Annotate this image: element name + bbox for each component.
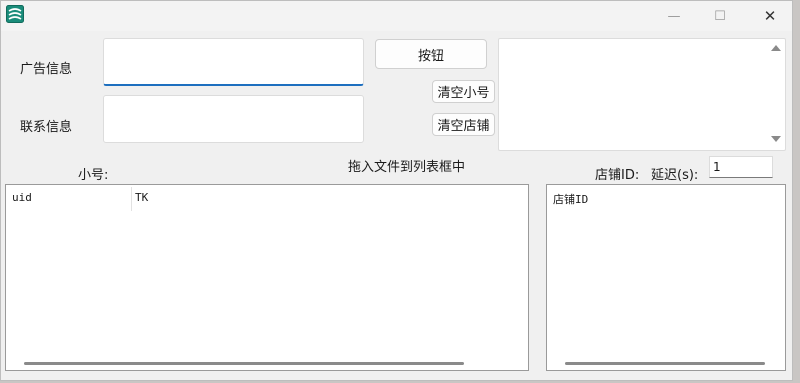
main-window: — ☐ ✕ 广告信息 联系信息 按钮 清空小号 清空店铺 小号: 拖入文件到列表… — [0, 0, 793, 381]
clear-shops-button[interactable]: 清空店铺 — [432, 113, 495, 136]
minimize-button[interactable]: — — [651, 1, 697, 31]
action-button[interactable]: 按钮 — [375, 39, 487, 69]
memo-textarea[interactable] — [498, 38, 786, 151]
drag-hint-label: 拖入文件到列表框中 — [348, 160, 466, 175]
accounts-horizontal-scrollbar[interactable] — [24, 362, 464, 365]
contact-info-input[interactable] — [103, 95, 364, 143]
close-button[interactable]: ✕ — [747, 1, 792, 31]
ad-info-label: 广告信息 — [20, 62, 73, 77]
minimize-icon: — — [667, 8, 681, 24]
memo-scrollbar[interactable] — [769, 41, 783, 148]
accounts-listview[interactable]: uid TK — [5, 184, 529, 371]
column-header-uid[interactable]: uid — [12, 191, 32, 204]
maximize-icon: ☐ — [714, 8, 726, 24]
maximize-button[interactable]: ☐ — [697, 1, 743, 31]
ad-info-input[interactable] — [103, 38, 364, 86]
delay-label: 延迟(s): — [651, 168, 699, 183]
contact-info-label: 联系信息 — [20, 120, 73, 135]
shop-id-label: 店铺ID: — [595, 168, 640, 183]
accounts-label: 小号: — [78, 168, 109, 183]
column-header-shop-id[interactable]: 店铺ID — [553, 191, 588, 207]
delay-input[interactable]: 1 — [709, 156, 773, 178]
column-divider[interactable] — [131, 187, 132, 211]
scroll-down-icon[interactable] — [771, 136, 781, 142]
clear-accounts-button[interactable]: 清空小号 — [432, 80, 495, 103]
scroll-up-icon[interactable] — [771, 45, 781, 51]
title-bar[interactable]: — ☐ ✕ — [1, 1, 792, 31]
shops-horizontal-scrollbar[interactable] — [565, 362, 765, 365]
column-header-tk[interactable]: TK — [135, 191, 148, 204]
app-icon — [6, 5, 24, 23]
shops-listview[interactable]: 店铺ID — [546, 184, 786, 371]
close-icon: ✕ — [763, 7, 777, 25]
